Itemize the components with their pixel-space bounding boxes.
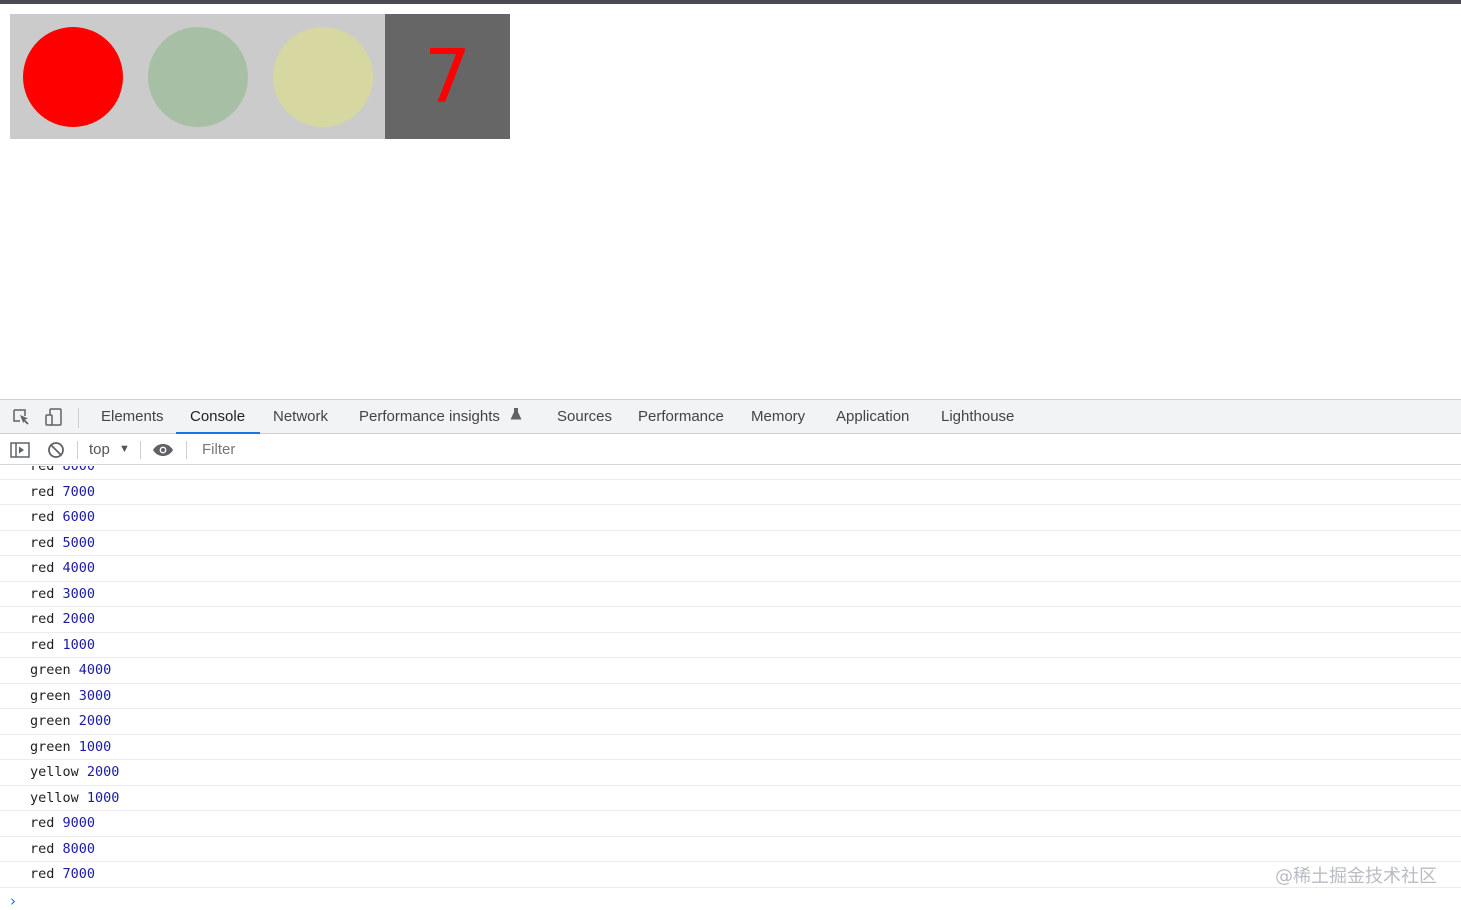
tab-memory[interactable]: Memory xyxy=(751,400,805,434)
tabbar-separator xyxy=(78,408,79,428)
console-log-text: red xyxy=(30,815,55,831)
console-log-number: 4000 xyxy=(78,662,112,678)
console-log-row: green 3000 xyxy=(0,684,1461,709)
console-log-text: red xyxy=(30,636,55,653)
eye-icon[interactable] xyxy=(152,439,174,461)
console-log-number: 4000 xyxy=(62,560,96,576)
console-log-text: red xyxy=(30,534,55,551)
show-sidebar-icon[interactable] xyxy=(9,439,31,461)
console-log-number: 1000 xyxy=(62,636,96,653)
console-log-row: green 1000 xyxy=(0,735,1461,760)
tab-performance-insights[interactable]: Performance insights xyxy=(359,400,522,434)
console-log-row: red 7000 xyxy=(0,480,1461,505)
filterbar-separator xyxy=(186,441,187,459)
devtools-panel: Elements Console Network Performance ins… xyxy=(0,399,1461,910)
console-log-text: red xyxy=(30,585,55,602)
console-log-row: red 1000 xyxy=(0,633,1461,658)
console-log-text: green xyxy=(30,687,71,704)
caret-down-icon[interactable]: ▼ xyxy=(119,443,130,455)
console-log-number: 1000 xyxy=(86,789,120,806)
console-log-number: 2000 xyxy=(86,764,120,780)
console-log-row: red 2000 xyxy=(0,607,1461,633)
console-log-row: red 5000 xyxy=(0,531,1461,556)
devtools-tabbar: Elements Console Network Performance ins… xyxy=(0,399,1461,434)
console-log-number: 8000 xyxy=(62,466,96,474)
console-log-number: 3000 xyxy=(62,585,96,602)
red-light xyxy=(23,27,123,127)
console-log-number: 9000 xyxy=(62,815,96,831)
tab-sources[interactable]: Sources xyxy=(557,400,612,434)
console-log-row: red 8000 xyxy=(0,466,1461,480)
console-log-text: yellow xyxy=(30,789,79,806)
console-log-number: 6000 xyxy=(62,509,96,525)
console-output: red 8000 red 7000 red 6000 red 5000 red 4000… xyxy=(0,466,1461,910)
console-log-text: green xyxy=(30,738,71,755)
console-log-text: yellow xyxy=(30,764,79,780)
filterbar-separator xyxy=(140,441,141,459)
yellow-light xyxy=(273,27,373,127)
filter-input[interactable]: Filter xyxy=(194,438,1461,462)
traffic-light: 7 xyxy=(10,14,510,139)
console-log-text: green xyxy=(30,713,71,729)
console-log-row: green 4000 xyxy=(0,658,1461,684)
device-toolbar-icon[interactable] xyxy=(43,406,65,428)
console-log-row: red 9000 xyxy=(0,811,1461,837)
console-log-row: red 7000 xyxy=(0,862,1461,888)
console-log-row: red 3000 xyxy=(0,582,1461,607)
console-log-number: 3000 xyxy=(78,687,112,704)
console-log-number: 2000 xyxy=(62,611,96,627)
console-log-number: 8000 xyxy=(62,840,96,857)
flask-icon xyxy=(510,400,522,434)
tab-network[interactable]: Network xyxy=(273,400,328,434)
chevron-right-icon[interactable]: › xyxy=(10,892,16,910)
tab-performance[interactable]: Performance xyxy=(638,400,724,434)
console-log-row: yellow 2000 xyxy=(0,760,1461,786)
console-log-row: red 6000 xyxy=(0,505,1461,531)
console-log-number: 2000 xyxy=(78,713,112,729)
console-log-number: 7000 xyxy=(62,483,96,500)
console-log-text: red xyxy=(30,560,55,576)
traffic-light-lamps xyxy=(10,14,385,139)
filterbar-separator xyxy=(77,441,78,459)
green-light xyxy=(148,27,248,127)
console-log-number: 1000 xyxy=(78,738,112,755)
console-log-text: red xyxy=(30,483,55,500)
console-log-text: red xyxy=(30,840,55,857)
console-log-text: red xyxy=(30,611,55,627)
console-log-row: red 8000 xyxy=(0,837,1461,862)
console-log-number: 7000 xyxy=(62,866,96,882)
console-filterbar: top ▼ Filter xyxy=(0,434,1461,465)
tab-application[interactable]: Application xyxy=(836,400,909,434)
tab-console[interactable]: Console xyxy=(175,400,261,434)
tab-lighthouse[interactable]: Lighthouse xyxy=(941,400,1014,434)
console-log-row: yellow 1000 xyxy=(0,786,1461,811)
console-log-number: 5000 xyxy=(62,534,96,551)
console-log-text: red xyxy=(30,466,55,474)
console-log-row: red 4000 xyxy=(0,556,1461,582)
watermark: @稀土掘金技术社区 xyxy=(1275,866,1437,887)
tab-elements[interactable]: Elements xyxy=(101,400,164,434)
console-log-row: green 2000 xyxy=(0,709,1461,735)
clear-console-icon[interactable] xyxy=(45,439,67,461)
tab-performance-insights-label: Performance insights xyxy=(359,408,500,425)
console-log-text: red xyxy=(30,509,55,525)
browser-top-border xyxy=(0,0,1461,4)
context-selector[interactable]: top xyxy=(89,434,110,465)
countdown-display: 7 xyxy=(385,14,510,139)
console-log-text: green xyxy=(30,662,71,678)
console-log-text: red xyxy=(30,866,55,882)
inspect-element-icon[interactable] xyxy=(10,406,32,428)
